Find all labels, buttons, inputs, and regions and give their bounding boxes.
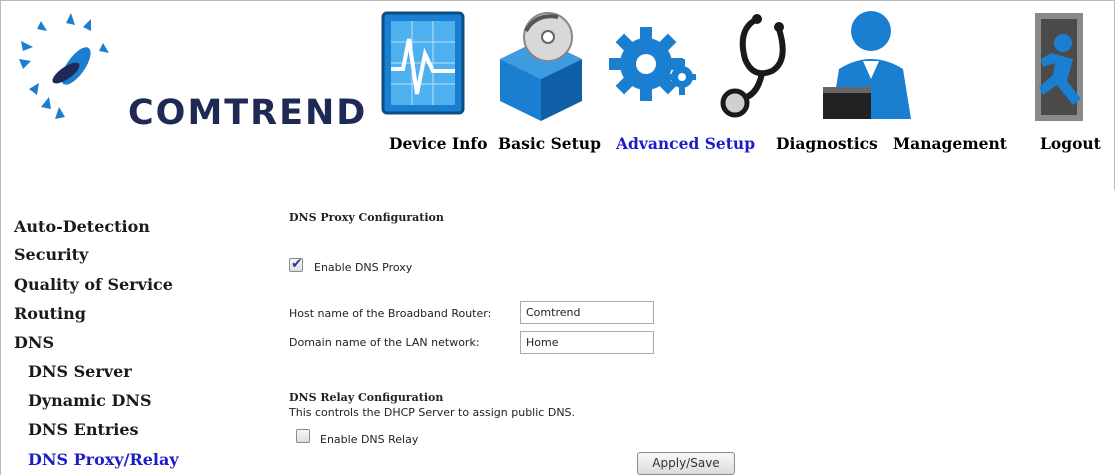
box-disc-icon[interactable] xyxy=(496,9,586,124)
header: COMTREND Device Info Basic Setup Advance… xyxy=(0,0,1115,190)
content-panel: DNS Proxy Configuration ✔ Enable DNS Pro… xyxy=(228,198,1115,475)
exit-door-icon[interactable] xyxy=(1013,9,1103,124)
relay-description: This controls the DHCP Server to assign … xyxy=(289,406,576,419)
starburst-logo-icon xyxy=(19,13,109,119)
sidebar-item-dns[interactable]: DNS xyxy=(14,333,54,352)
comtrend-logo: COMTREND xyxy=(11,11,365,133)
sidebar-item-auto-detection[interactable]: Auto-Detection xyxy=(14,217,150,236)
nav-advanced-setup[interactable]: Advanced Setup xyxy=(616,134,755,153)
domain-name-label: Domain name of the LAN network: xyxy=(289,336,480,349)
nav-logout[interactable]: Logout xyxy=(1040,134,1101,153)
sidebar: Auto-Detection Security Quality of Service… xyxy=(0,190,228,475)
sidebar-item-routing[interactable]: Routing xyxy=(14,304,86,323)
stethoscope-icon[interactable] xyxy=(717,9,807,124)
user-laptop-icon[interactable] xyxy=(821,9,911,124)
enable-dns-relay-checkbox[interactable] xyxy=(296,429,310,443)
nav-basic-setup[interactable]: Basic Setup xyxy=(498,134,601,153)
sidebar-item-dns-entries[interactable]: DNS Entries xyxy=(28,420,139,439)
monitor-graph-icon[interactable] xyxy=(381,9,471,124)
nav-device-info[interactable]: Device Info xyxy=(389,134,487,153)
sidebar-item-quality-of-service[interactable]: Quality of Service xyxy=(14,275,173,294)
logo-text: COMTREND xyxy=(128,93,368,133)
sidebar-item-dns-proxy-relay[interactable]: DNS Proxy/Relay xyxy=(28,450,179,469)
enable-dns-proxy-label: Enable DNS Proxy xyxy=(314,261,413,274)
sidebar-item-security[interactable]: Security xyxy=(14,245,88,264)
domain-name-field[interactable]: Home xyxy=(520,331,654,354)
relay-section-title: DNS Relay Configuration xyxy=(289,391,444,404)
host-name-label: Host name of the Broadband Router: xyxy=(289,307,492,320)
apply-save-button[interactable]: Apply/Save xyxy=(637,452,735,475)
gears-icon[interactable] xyxy=(606,9,696,124)
host-name-field[interactable]: Comtrend xyxy=(520,301,654,324)
checkmark-icon: ✔ xyxy=(291,256,303,272)
sidebar-item-dns-server[interactable]: DNS Server xyxy=(28,362,132,381)
enable-dns-proxy-checkbox[interactable]: ✔ xyxy=(289,256,303,272)
enable-dns-relay-label: Enable DNS Relay xyxy=(320,433,419,446)
proxy-section-title: DNS Proxy Configuration xyxy=(289,211,444,224)
nav-diagnostics[interactable]: Diagnostics xyxy=(776,134,878,153)
nav-management[interactable]: Management xyxy=(893,134,1007,153)
sidebar-item-dynamic-dns[interactable]: Dynamic DNS xyxy=(28,391,152,410)
